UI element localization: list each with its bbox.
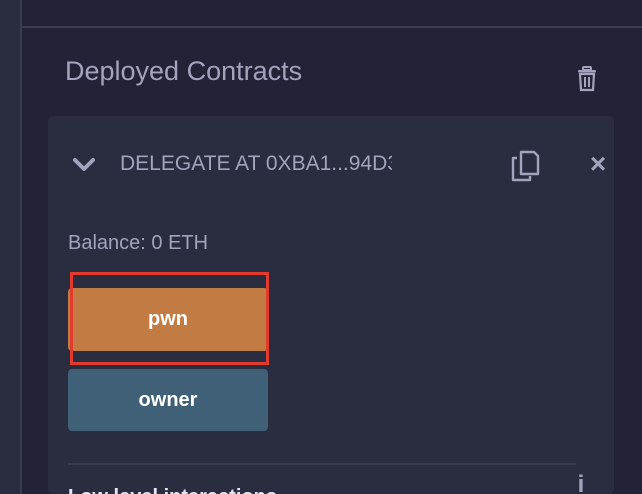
contract-balance: Balance: 0 ETH (68, 232, 209, 254)
card-divider (68, 463, 576, 465)
deployed-contract-card: DELEGATE AT 0XBA1...94D3B ( × Balance: 0… (48, 116, 614, 494)
pwn-function-button[interactable]: pwn (68, 288, 268, 351)
close-icon[interactable]: × (586, 148, 610, 180)
deployed-contracts-title: Deployed Contracts (65, 56, 303, 86)
sidebar-divider (20, 0, 22, 494)
chevron-down-icon[interactable] (72, 156, 96, 174)
left-sidebar-strip (0, 0, 20, 494)
info-icon[interactable]: i (574, 473, 588, 494)
trash-icon[interactable] (575, 66, 599, 92)
copy-icon[interactable] (510, 150, 540, 182)
contract-instance-title[interactable]: DELEGATE AT 0XBA1...94D3B ( (120, 152, 392, 176)
low-level-interactions-label: Low level interactions (68, 486, 277, 494)
owner-function-button[interactable]: owner (68, 369, 268, 431)
section-divider (22, 26, 642, 28)
